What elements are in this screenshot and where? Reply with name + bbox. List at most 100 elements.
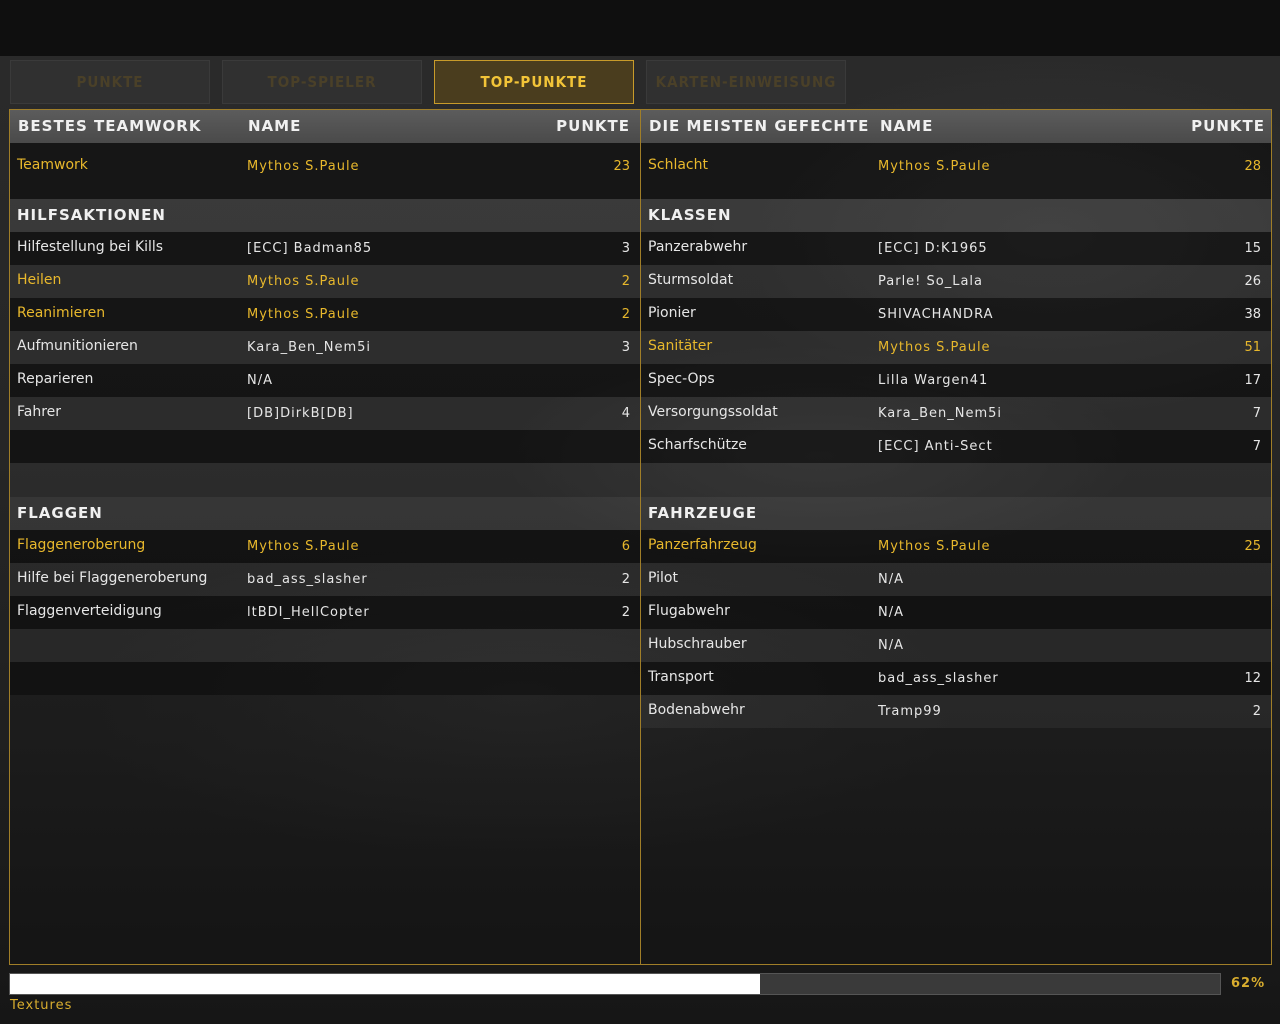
row-player: Mythos S.Paule [247,159,360,174]
left-stats-panel: BESTES TEAMWORK NAME PUNKTE Teamwork Myt… [9,109,641,965]
header-name: NAME [248,117,302,135]
section-title: FLAGGEN [17,504,103,522]
row-points: 17 [1244,373,1261,388]
table-row: Pilot N/A [641,563,1271,596]
table-row: Reparieren N/A [10,364,640,397]
table-row: Heilen Mythos S.Paule 2 [10,265,640,298]
empty-row [641,463,1271,497]
row-player: Parle! So_Lala [878,274,984,289]
row-label: Versorgungssoldat [648,404,778,420]
tab-punkte[interactable]: PUNKTE [10,60,210,104]
header-name: NAME [880,117,934,135]
section-title: KLASSEN [648,206,732,224]
row-label: Sanitäter [648,338,713,354]
header-category: BESTES TEAMWORK [18,117,202,135]
table-row: Scharfschütze [ECC] Anti-Sect 7 [641,430,1271,463]
loading-progress-bar [9,973,1221,995]
row-player: ltBDI_HellCopter [247,605,370,620]
section-header: HILFSAKTIONEN [10,199,640,232]
table-row: Sturmsoldat Parle! So_Lala 26 [641,265,1271,298]
top-letterbox [0,0,1280,56]
row-player: [ECC] Badman85 [247,241,373,256]
row-label: Transport [648,669,714,685]
tab-top-punkte[interactable]: TOP-PUNKTE [434,60,634,104]
row-points: 12 [1244,671,1261,686]
row-label: Bodenabwehr [648,702,745,718]
table-row: Hilfe bei Flaggeneroberung bad_ass_slash… [10,563,640,596]
row-player: [DB]DirkB[DB] [247,406,354,421]
row-player: N/A [878,638,904,653]
table-row: Pionier SHIVACHANDRA 38 [641,298,1271,331]
row-points: 7 [1252,439,1261,454]
table-row: Flugabwehr N/A [641,596,1271,629]
row-player: [ECC] D:K1965 [878,241,988,256]
table-row: Sanitäter Mythos S.Paule 51 [641,331,1271,364]
row-player: [ECC] Anti-Sect [878,439,993,454]
row-player: Mythos S.Paule [878,340,991,355]
row-label: Pionier [648,305,696,321]
left-table-header: BESTES TEAMWORK NAME PUNKTE [10,110,640,143]
section-header: FLAGGEN [10,497,640,530]
row-label: Schlacht [648,157,708,173]
row-label: Pilot [648,570,678,586]
row-label: Scharfschütze [648,437,747,453]
progress-percent: 62% [1231,976,1266,991]
row-label: Aufmunitionieren [17,338,138,354]
row-player: Mythos S.Paule [878,159,991,174]
row-player: Lilla Wargen41 [878,373,989,388]
row-player: Mythos S.Paule [878,539,991,554]
row-label: Flaggeneroberung [17,537,146,553]
row-label: Fahrer [17,404,62,420]
row-label: Sturmsoldat [648,272,734,288]
table-row: Transport bad_ass_slasher 12 [641,662,1271,695]
empty-row [10,662,640,695]
table-row: Fahrer [DB]DirkB[DB] 4 [10,397,640,430]
tab-top-spieler[interactable]: TOP-SPIELER [222,60,422,104]
row-label: Heilen [17,272,62,288]
header-points: PUNKTE [556,117,630,135]
row-points: 3 [621,241,630,256]
row-player: N/A [878,605,904,620]
section-title: FAHRZEUGE [648,504,758,522]
row-label: Panzerabwehr [648,239,748,255]
empty-row [10,463,640,497]
row-label: Hubschrauber [648,636,747,652]
row-player: Tramp99 [878,704,942,719]
row-points: 28 [1244,159,1261,174]
row-player: N/A [878,572,904,587]
table-row: Flaggenverteidigung ltBDI_HellCopter 2 [10,596,640,629]
progress-label: Textures [10,998,73,1013]
row-points: 26 [1244,274,1261,289]
row-player: Mythos S.Paule [247,274,360,289]
row-points: 2 [621,572,630,587]
row-label: Spec-Ops [648,371,715,387]
right-stats-panel: DIE MEISTEN GEFECHTE NAME PUNKTE Schlach… [640,109,1272,965]
tab-karten-einweisung[interactable]: KARTEN-EINWEISUNG [646,60,846,104]
section-header: KLASSEN [641,199,1271,232]
header-category: DIE MEISTEN GEFECHTE [649,117,870,135]
empty-row [10,430,640,463]
table-row: Hubschrauber N/A [641,629,1271,662]
table-row: Aufmunitionieren Kara_Ben_Nem5i 3 [10,331,640,364]
table-row: Hilfestellung bei Kills [ECC] Badman85 3 [10,232,640,265]
row-label: Reparieren [17,371,94,387]
row-label: Hilfe bei Flaggeneroberung [17,570,208,586]
row-points: 23 [613,159,630,174]
row-player: Mythos S.Paule [247,307,360,322]
row-player: Kara_Ben_Nem5i [247,340,371,355]
right-table-header: DIE MEISTEN GEFECHTE NAME PUNKTE [641,110,1271,143]
progress-fill [10,974,761,994]
table-row: Reanimieren Mythos S.Paule 2 [10,298,640,331]
table-row: Schlacht Mythos S.Paule 28 [641,143,1271,199]
table-row: Teamwork Mythos S.Paule 23 [10,143,640,199]
row-player: bad_ass_slasher [878,671,999,686]
row-player: SHIVACHANDRA [878,307,994,322]
row-label: Hilfestellung bei Kills [17,239,164,255]
table-row: Versorgungssoldat Kara_Ben_Nem5i 7 [641,397,1271,430]
header-points: PUNKTE [1191,117,1265,135]
row-label: Flaggenverteidigung [17,603,162,619]
section-header: FAHRZEUGE [641,497,1271,530]
row-points: 4 [621,406,630,421]
row-player: Kara_Ben_Nem5i [878,406,1002,421]
section-title: HILFSAKTIONEN [17,206,166,224]
